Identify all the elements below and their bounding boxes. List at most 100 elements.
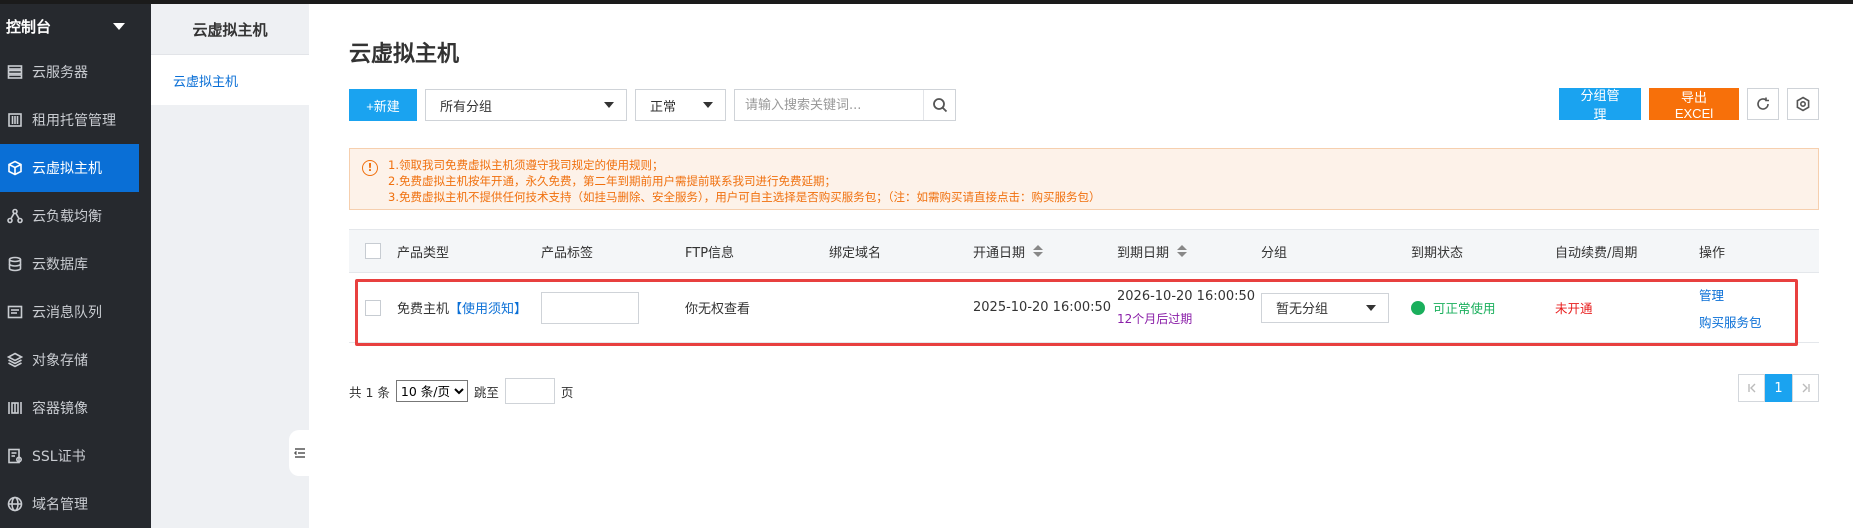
notice-banner: ! 1.领取我司免费虚拟主机须遵守我司规定的使用规则； 2.免费虚拟主机按年开通… <box>349 148 1819 210</box>
header-expire-date-label: 到期日期 <box>1117 245 1170 261</box>
header-actions: 操作 <box>1699 245 1726 261</box>
sidebar-item-label: 容器镜像 <box>32 401 88 417</box>
sidebar-item-virtual-host[interactable]: 云虚拟主机 <box>0 144 139 192</box>
page-suffix: 页 <box>560 384 574 400</box>
first-page-icon <box>1747 383 1755 393</box>
group-filter-select[interactable]: 所有分组 <box>425 89 627 121</box>
page-button-current[interactable]: 1 <box>1765 374 1792 402</box>
select-all-checkbox[interactable] <box>365 243 381 259</box>
chevron-down-icon <box>1366 304 1376 311</box>
console-label: 控制台 <box>6 17 52 36</box>
caret-down-icon <box>113 22 125 30</box>
sidebar-item-container-image[interactable]: 容器镜像 <box>0 384 139 432</box>
new-button[interactable]: +新建 <box>349 89 417 121</box>
header-product-type: 产品类型 <box>397 245 450 261</box>
collapse-subnav-button[interactable] <box>289 430 311 476</box>
main-content: 云虚拟主机 +新建 所有分组 正常 分组管理 导出EXCEl ! 1.领取我司免… <box>309 4 1853 528</box>
manage-link[interactable]: 管理 <box>1699 285 1762 304</box>
loadbalancer-icon <box>6 207 24 225</box>
group-filter-value: 所有分组 <box>440 99 493 115</box>
toolbar: +新建 所有分组 正常 <box>349 88 956 122</box>
hosts-table: 产品类型 产品标签 FTP信息 绑定域名 开通日期 到期日期 分组 到期状态 自… <box>349 229 1819 346</box>
sidebar-item-message-queue[interactable]: 云消息队列 <box>0 288 139 336</box>
search-button[interactable] <box>923 90 955 120</box>
sidebar-item-colocation[interactable]: 租用托管管理 <box>0 96 139 144</box>
storage-icon <box>6 351 24 369</box>
header-expire-date[interactable]: 到期日期 <box>1117 242 1261 261</box>
sort-icon <box>1177 245 1188 257</box>
first-page-button[interactable] <box>1738 374 1765 402</box>
sidebar-item-load-balancer[interactable]: 云负载均衡 <box>0 192 139 240</box>
sidebar-item-ssl-cert[interactable]: SSL证书 <box>0 432 139 480</box>
header-ftp-info: FTP信息 <box>685 245 735 261</box>
jump-label: 跳至 <box>473 384 499 400</box>
chevron-down-icon <box>703 102 713 108</box>
row-group-value: 暂无分组 <box>1276 302 1329 317</box>
sidebar-item-label: 云数据库 <box>32 257 88 273</box>
status-filter-value: 正常 <box>650 99 677 115</box>
search-input[interactable] <box>735 90 923 120</box>
subnav-item-virtual-host[interactable]: 云虚拟主机 <box>151 55 309 105</box>
open-date: 2025-10-20 16:00:50 <box>973 300 1112 315</box>
notice-line: 2.免费虚拟主机按年开通，永久免费，第二年到期前用户需提前联系我司进行免费延期； <box>388 174 836 188</box>
sidebar-item-cloud-server[interactable]: 云服务器 <box>0 48 139 96</box>
usage-notice-link[interactable]: 【使用须知】 <box>449 298 527 317</box>
table-row: 免费主机 【使用须知】 你无权查看 2025-10-20 16:00:50 20… <box>349 273 1819 346</box>
expire-note: 12个月后过期 <box>1117 311 1193 326</box>
pagination-right: 1 <box>1738 374 1819 402</box>
sidebar-item-label: 域名管理 <box>32 497 88 513</box>
header-expire-status: 到期状态 <box>1411 245 1464 261</box>
header-bound-domain: 绑定域名 <box>829 245 882 261</box>
database-icon <box>6 255 24 273</box>
sidebar-item-label: 云负载均衡 <box>32 209 102 225</box>
search-icon <box>932 98 947 113</box>
buy-service-pack-link[interactable]: 购买服务包 <box>1699 312 1762 331</box>
header-open-date-label: 开通日期 <box>973 245 1026 261</box>
notice-line: 3.免费虚拟主机不提供任何技术支持（如挂马删除、安全服务），用户可自主选择是否购… <box>388 190 1101 204</box>
warning-icon: ! <box>362 160 378 176</box>
group-manage-button[interactable]: 分组管理 <box>1559 88 1641 122</box>
header-auto-renew: 自动续费/周期 <box>1555 245 1638 261</box>
last-page-button[interactable] <box>1792 374 1819 402</box>
ftp-info: 你无权查看 <box>685 302 751 317</box>
sidebar-edge <box>139 4 151 528</box>
chevron-down-icon <box>604 102 614 108</box>
page-title: 云虚拟主机 <box>349 42 460 67</box>
product-tag-input[interactable] <box>541 291 639 324</box>
sidebar-item-database[interactable]: 云数据库 <box>0 240 139 288</box>
toolbar-right: 分组管理 导出EXCEl <box>1559 88 1819 122</box>
settings-button[interactable] <box>1787 88 1819 120</box>
jump-page-input[interactable] <box>504 378 555 404</box>
sidebar-item-object-storage[interactable]: 对象存储 <box>0 336 139 384</box>
refresh-button[interactable] <box>1747 88 1779 120</box>
sidebar-item-label: 云服务器 <box>32 65 88 81</box>
globe-icon <box>6 495 24 513</box>
export-excel-button[interactable]: 导出EXCEl <box>1649 88 1739 121</box>
page-size-select[interactable]: 10 条/页 <box>395 380 468 402</box>
total-count: 共 1 条 <box>349 384 390 400</box>
header-group: 分组 <box>1261 245 1288 261</box>
pagination-left: 共 1 条 10 条/页 跳至 页 <box>349 378 573 404</box>
header-open-date[interactable]: 开通日期 <box>973 242 1117 261</box>
row-checkbox[interactable] <box>365 299 381 316</box>
auto-renew-status: 未开通 <box>1555 301 1593 316</box>
container-icon <box>6 399 24 417</box>
status-filter-select[interactable]: 正常 <box>635 89 726 121</box>
refresh-icon <box>1757 97 1769 110</box>
sidebar-item-label: 对象存储 <box>32 353 88 369</box>
expire-date: 2026-10-20 16:00:50 <box>1117 288 1256 304</box>
last-page-icon <box>1802 383 1810 393</box>
sidebar-item-label: SSL证书 <box>32 449 86 465</box>
certificate-icon <box>6 447 24 465</box>
row-group-select[interactable]: 暂无分组 <box>1261 292 1389 323</box>
product-type: 免费主机 <box>397 302 450 317</box>
sidebar-item-domain[interactable]: 域名管理 <box>0 480 139 528</box>
console-dropdown[interactable]: 控制台 <box>0 4 139 48</box>
collapse-icon <box>293 448 305 458</box>
rack-icon <box>6 111 24 129</box>
sidebar-item-label: 租用托管管理 <box>32 113 116 129</box>
table-header: 产品类型 产品标签 FTP信息 绑定域名 开通日期 到期日期 分组 到期状态 自… <box>349 229 1819 273</box>
sidebar-item-label: 云虚拟主机 <box>32 161 102 177</box>
sort-icon <box>1033 245 1044 257</box>
sidebar: 控制台 云服务器 租用托管管理 云虚拟主机 云负载均衡 云数据库 云消息队列 对… <box>0 4 139 528</box>
